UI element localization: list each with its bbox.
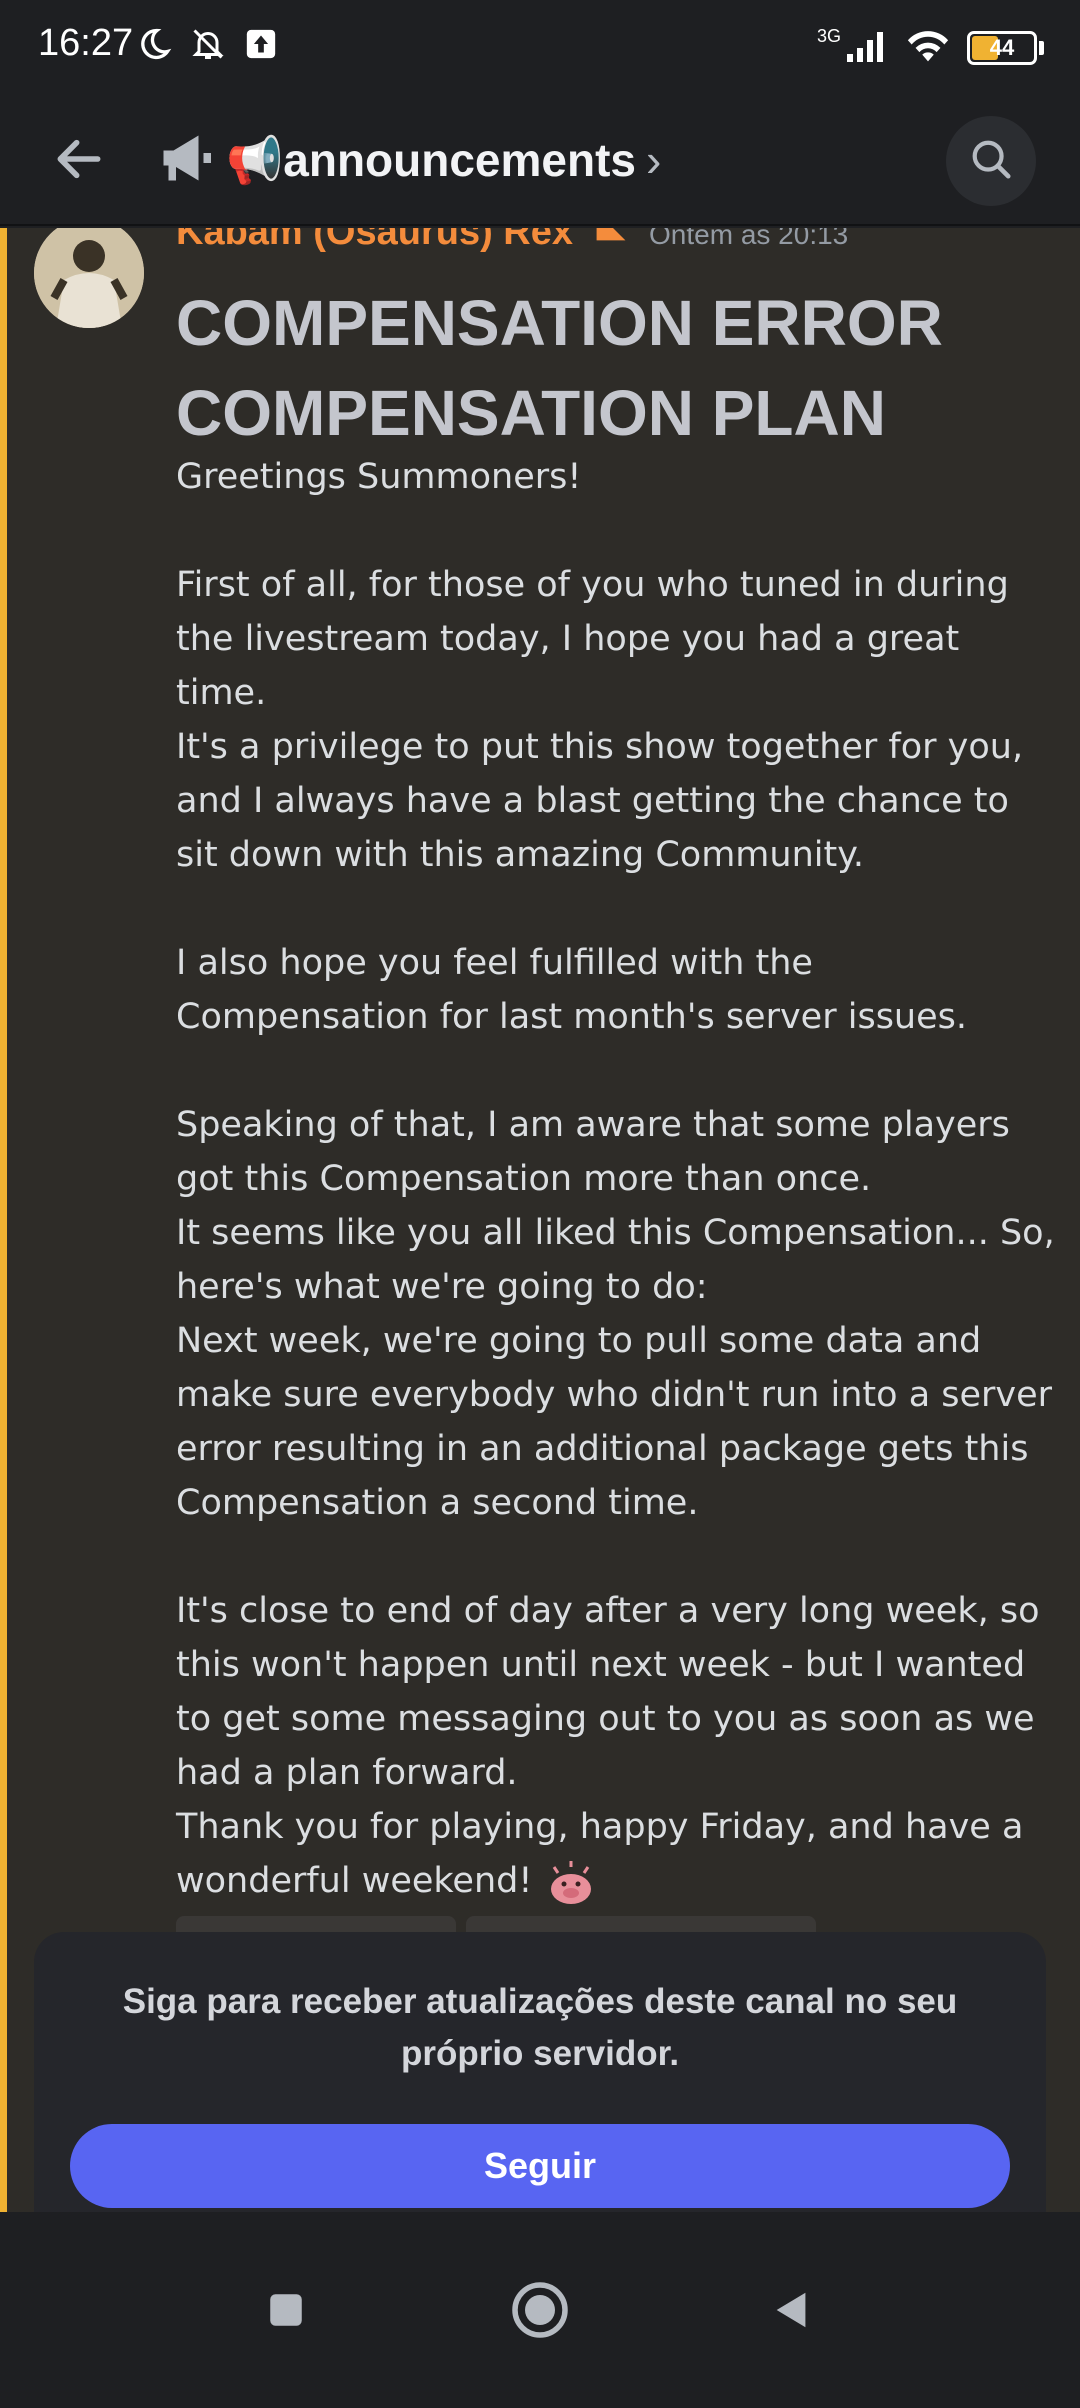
author-name[interactable]: Kabam (Osaurus) Rex — [176, 228, 573, 254]
battery-level: 44 — [989, 35, 1015, 60]
moon-icon — [136, 26, 172, 66]
message-title: COMPENSATION ERROR COMPENSATION PLAN — [176, 287, 943, 449]
triangle-back-icon — [769, 2287, 815, 2337]
chevron-right-icon: › — [646, 134, 662, 186]
status-left-icons — [136, 26, 278, 66]
system-nav-bar — [0, 2212, 1080, 2408]
pig-emoji-icon — [544, 1857, 598, 1907]
paragraph-last: It's close to end of day after a very lo… — [176, 1584, 1056, 1908]
channel-header: 📢announcements › — [0, 96, 1080, 226]
role-badge-icon — [589, 228, 633, 248]
paragraph: First of all, for those of you who tuned… — [176, 565, 1024, 875]
back-nav-button[interactable] — [752, 2272, 832, 2352]
follow-card: Siga para receber atualizações deste can… — [34, 1932, 1046, 2254]
follow-button[interactable]: Seguir — [70, 2124, 1010, 2208]
follow-prompt: Siga para receber atualizações deste can… — [122, 1982, 958, 2073]
signal-icon — [845, 28, 889, 68]
paragraph: Speaking of that, I am aware that some p… — [176, 1105, 1055, 1523]
search-button[interactable] — [946, 116, 1036, 206]
paragraph: Greetings Summoners! — [176, 457, 582, 497]
avatar[interactable] — [34, 228, 144, 328]
channel-name: 📢announcements — [226, 133, 637, 186]
bell-muted-icon — [190, 26, 226, 66]
arrow-left-icon — [51, 131, 107, 191]
paragraph-text: It's close to end of day after a very lo… — [176, 1591, 1040, 1901]
recents-button[interactable] — [246, 2272, 326, 2352]
network-type: 3G — [816, 25, 841, 46]
status-bar: 16:27 3G 44 — [0, 0, 1080, 96]
back-button[interactable] — [44, 126, 114, 196]
channel-title[interactable]: 📢announcements › — [156, 128, 661, 192]
status-time: 16:27 — [38, 22, 134, 64]
timestamp: Ontem às 20:13 — [649, 228, 849, 250]
search-icon — [968, 136, 1014, 186]
home-button[interactable] — [500, 2272, 580, 2352]
square-icon — [265, 2289, 307, 2335]
circle-icon — [510, 2280, 570, 2344]
wifi-icon — [905, 28, 951, 68]
message-body: Greetings Summoners! First of all, for t… — [176, 450, 1056, 1908]
upload-icon — [244, 27, 278, 65]
message-header: Kabam (Osaurus) Rex Ontem às 20:13 — [176, 228, 848, 254]
battery-icon: 44 — [967, 31, 1044, 65]
paragraph: I also hope you feel fulfilled with the … — [176, 943, 968, 1037]
megaphone-icon — [156, 130, 216, 190]
message-list[interactable]: Kabam (Osaurus) Rex Ontem às 20:13 COMPE… — [0, 228, 1080, 2212]
highlight-bar — [0, 228, 7, 2212]
status-right: 3G 44 — [816, 25, 1044, 68]
